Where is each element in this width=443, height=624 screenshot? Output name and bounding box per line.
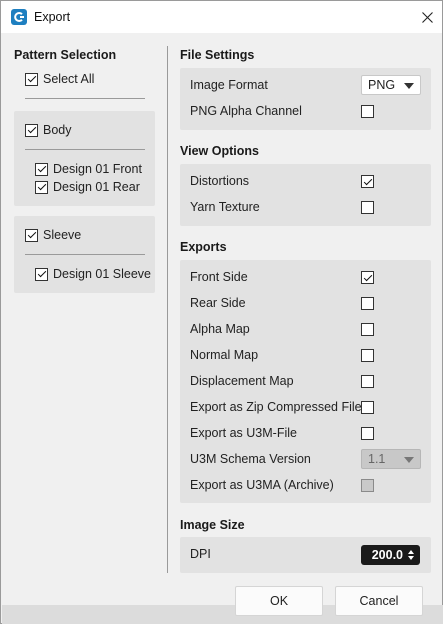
design-01-sleeve-checkbox[interactable]: Design 01 Sleeve [35,265,151,283]
distortions-checkbox[interactable] [361,175,374,188]
png-alpha-label: PNG Alpha Channel [190,104,302,118]
close-icon [421,11,433,23]
body-label: Body [43,123,72,137]
title-bar: Export [1,1,442,33]
exports-title: Exports [180,240,227,254]
dpi-value: 200.0 [371,548,403,562]
body-checkbox[interactable]: Body [25,121,72,139]
image-format-value: PNG [368,78,396,92]
alpha-map-label: Alpha Map [190,322,250,336]
front-side-label: Front Side [190,270,248,284]
image-format-label: Image Format [190,78,268,92]
design-01-front-checkbox[interactable]: Design 01 Front [35,160,142,178]
design-01-sleeve-label: Design 01 Sleeve [53,267,151,281]
zip-export-checkbox[interactable] [361,401,374,414]
design-01-rear-checkbox[interactable]: Design 01 Rear [35,178,140,196]
view-options-title: View Options [180,144,259,158]
app-logo-icon [11,9,27,25]
image-format-select[interactable]: PNG [361,75,421,95]
alpha-map-checkbox[interactable] [361,323,374,336]
divider [25,254,145,255]
image-size-panel: DPI 200.0 [180,537,431,573]
sleeve-checkbox[interactable]: Sleeve [25,226,81,244]
png-alpha-checkbox[interactable] [361,105,374,118]
dpi-spinbox[interactable]: 200.0 [361,545,420,565]
checkbox-box[interactable] [25,123,38,137]
view-options-panel: Distortions Yarn Texture [180,164,431,226]
export-dialog: Export Pattern Selection Select All Body… [0,0,443,624]
file-settings-title: File Settings [180,48,255,62]
u3m-schema-value: 1.1 [368,452,386,466]
exports-panel: Front Side Rear Side Alpha Map Normal Ma… [180,260,431,503]
pattern-selection-title: Pattern Selection [14,48,117,62]
normal-map-checkbox[interactable] [361,349,374,362]
divider [25,149,145,150]
dpi-label: DPI [190,547,211,561]
u3m-schema-select[interactable]: 1.1 [361,449,421,469]
rear-side-checkbox[interactable] [361,297,374,310]
displacement-map-label: Displacement Map [190,374,294,388]
design-01-front-label: Design 01 Front [53,162,142,176]
cancel-button[interactable]: Cancel [335,586,423,616]
distortions-label: Distortions [190,174,250,188]
checkbox-box[interactable] [25,228,38,242]
checkbox-box[interactable] [35,162,48,176]
sleeve-label: Sleeve [43,228,82,242]
u3m-schema-label: U3M Schema Version [190,452,311,466]
zip-export-label: Export as Zip Compressed File [190,400,362,414]
ok-button[interactable]: OK [235,586,323,616]
front-side-checkbox[interactable] [361,271,374,284]
design-01-rear-label: Design 01 Rear [53,180,140,194]
chevron-down-icon [404,457,414,463]
select-all-label: Select All [43,72,95,86]
yarn-texture-label: Yarn Texture [190,200,260,214]
select-all-checkbox[interactable]: Select All [25,70,94,88]
displacement-map-checkbox[interactable] [361,375,374,388]
checkbox-box[interactable] [25,72,38,86]
checkbox-box[interactable] [35,180,48,194]
rear-side-label: Rear Side [190,296,246,310]
u3ma-label: Export as U3MA (Archive) [190,478,334,492]
chevron-down-icon [404,83,414,89]
yarn-texture-checkbox[interactable] [361,201,374,214]
checkbox-box[interactable] [35,267,48,281]
u3m-file-checkbox[interactable] [361,427,374,440]
file-settings-panel: Image Format PNG PNG Alpha Channel [180,68,431,130]
close-button[interactable] [413,5,441,29]
u3m-file-label: Export as U3M-File [190,426,297,440]
spin-up-icon[interactable] [408,550,414,554]
window-title: Export [34,10,71,24]
u3ma-checkbox[interactable] [361,479,374,492]
spin-down-icon[interactable] [408,556,414,560]
image-size-title: Image Size [180,518,245,532]
vertical-divider [167,46,168,573]
divider [25,98,145,99]
normal-map-label: Normal Map [190,348,259,362]
